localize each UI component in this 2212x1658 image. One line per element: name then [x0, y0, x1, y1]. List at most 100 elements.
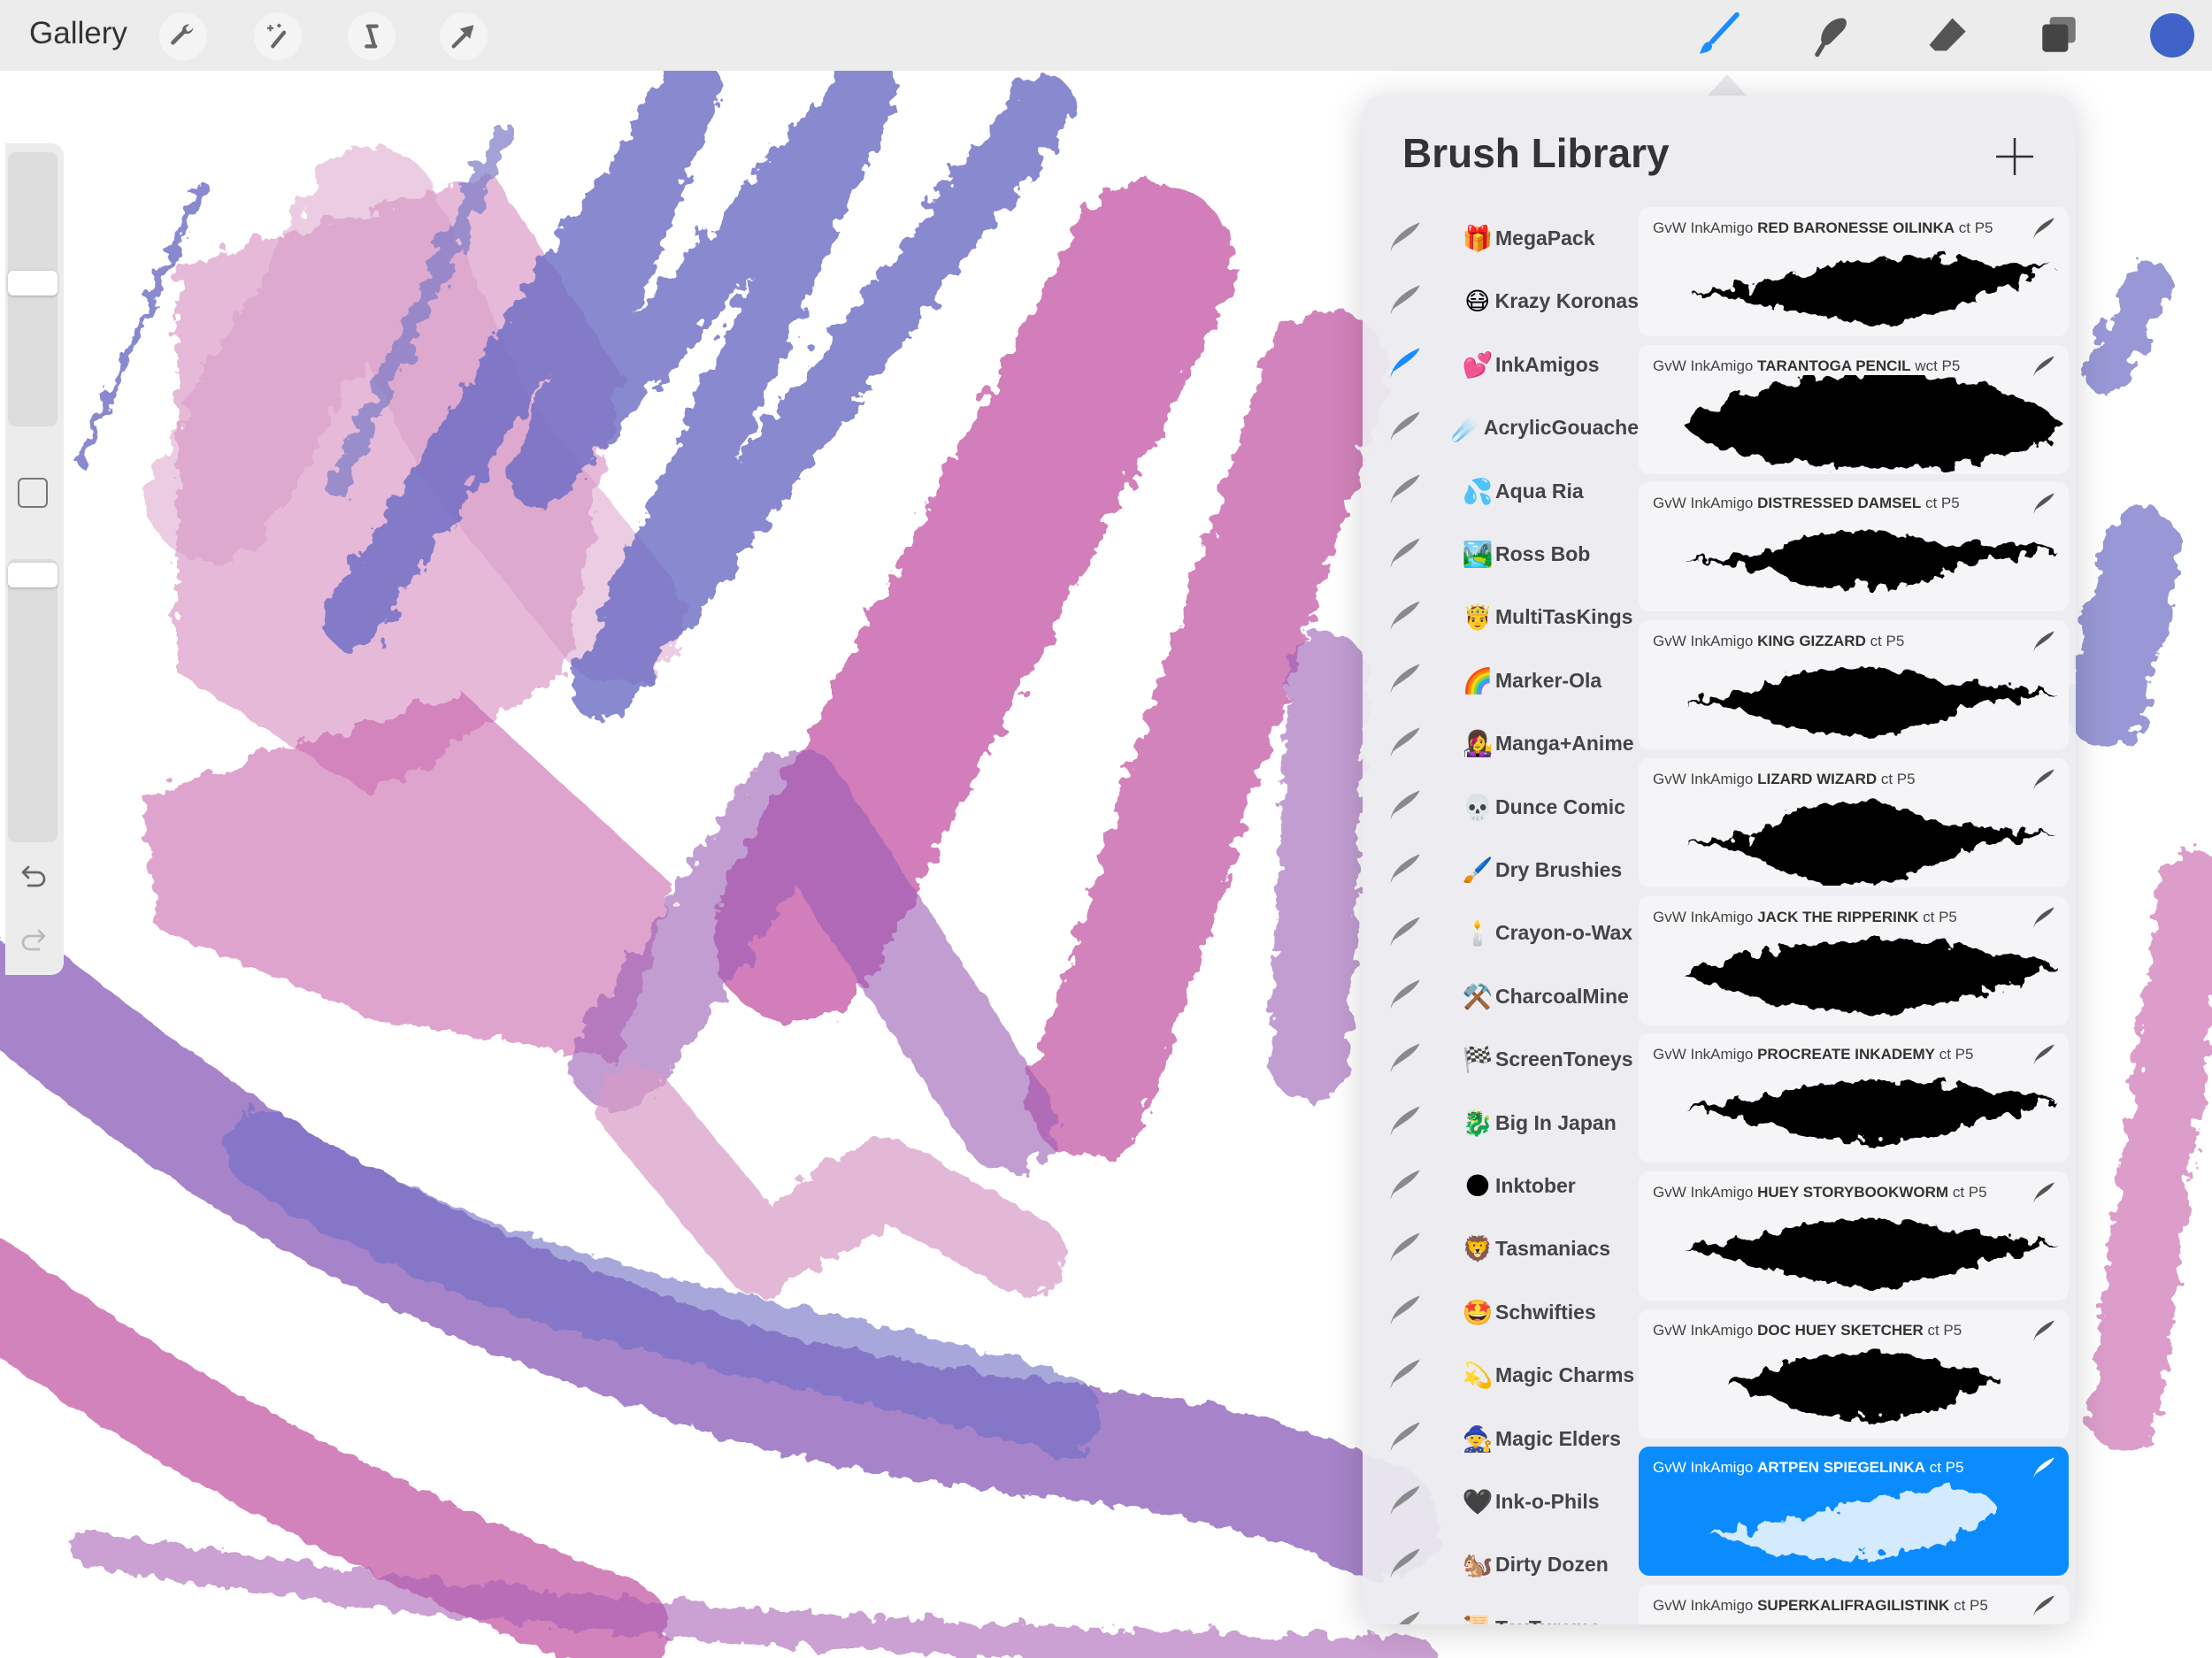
brush-card[interactable]: GvW InkAmigo JACK THE RIPPERINK ct P5	[1639, 895, 2069, 1025]
layers-button[interactable]	[2034, 11, 2084, 60]
brush-set-icon-wrap	[1387, 851, 1440, 890]
brush-set-emoji: 🎁	[1462, 224, 1494, 253]
brush-set-icon	[1390, 1548, 1420, 1578]
brush-set-item[interactable]: 🖌️ Dry Brushies	[1363, 839, 1639, 902]
brush-set-label: Ink-o-Phils	[1495, 1490, 1600, 1513]
brush-stroke-preview	[1683, 938, 2055, 1011]
brush-set-label: TexTurama	[1495, 1616, 1601, 1624]
brush-set-item[interactable]: 🐉 Big In Japan	[1363, 1092, 1639, 1155]
brush-set-icon	[1390, 979, 1420, 1009]
gallery-button[interactable]: Gallery	[29, 16, 127, 51]
brush-set-icon	[1390, 727, 1420, 757]
brush-set-item[interactable]: 💦 Aqua Ria	[1363, 460, 1639, 523]
brush-set-icon	[1399, 1611, 1420, 1624]
brush-set-label: Dirty Dozen	[1495, 1553, 1609, 1577]
brush-set-icon-wrap	[1387, 409, 1430, 448]
brush-set-label: Dunce Comic	[1495, 794, 1625, 818]
brush-name: GvW InkAmigo PROCREATE INKADEMY ct P5	[1653, 1046, 1973, 1063]
redo-icon[interactable]	[18, 925, 50, 957]
brush-size-knob[interactable]	[8, 271, 58, 296]
brush-set-item[interactable]: 🦁 Tasmaniacs	[1363, 1217, 1639, 1280]
smudge-tool-button[interactable]	[1806, 11, 1855, 60]
brush-set-label: CharcoalMine	[1495, 984, 1629, 1008]
opacity-knob[interactable]	[8, 563, 58, 587]
brush-card[interactable]: GvW InkAmigo DISTRESSED DAMSEL ct P5	[1639, 482, 2069, 612]
adjustments-button[interactable]	[254, 12, 302, 60]
color-swatch[interactable]	[2147, 11, 2197, 60]
brush-card[interactable]: GvW InkAmigo ARTPEN SPIEGELINKA ct P5	[1639, 1447, 2069, 1577]
brush-card[interactable]: GvW InkAmigo RED BARONESSE OILINKA ct P5	[1639, 207, 2069, 336]
modify-square-button[interactable]	[18, 478, 48, 508]
stroke-shape	[1683, 531, 2055, 589]
brush-prefix: GvW InkAmigo	[1653, 495, 1754, 512]
brush-suffix: ct P5	[1880, 770, 1916, 787]
selection-button[interactable]	[348, 12, 396, 60]
brush-set-item[interactable]: 🎁 MegaPack	[1363, 207, 1639, 270]
brush-set-icon	[1390, 474, 1420, 504]
brush-set-item[interactable]: 🏞️ Ross Bob	[1363, 523, 1639, 586]
brush-card[interactable]: GvW InkAmigo HUEY STORYBOOKWORM ct P5	[1639, 1171, 2069, 1301]
brush-prefix: GvW InkAmigo	[1653, 1046, 1754, 1063]
brush-card[interactable]: GvW InkAmigo SUPERKALIFRAGILISTINK ct P5	[1639, 1585, 2069, 1624]
actions-button[interactable]	[159, 12, 207, 60]
stroke-shape	[1683, 938, 2055, 1011]
brush-set-icon	[1390, 1043, 1420, 1073]
opacity-slider[interactable]	[8, 559, 58, 842]
brush-name: GvW InkAmigo JACK THE RIPPERINK ct P5	[1653, 909, 1957, 926]
brush-set-label: Big In Japan	[1495, 1110, 1617, 1134]
brush-set-item[interactable]: ⚒️ CharcoalMine	[1363, 965, 1639, 1028]
brush-set-icon-wrap	[1387, 1608, 1440, 1624]
brush-card[interactable]: GvW InkAmigo KING GIZZARD ct P5	[1639, 620, 2069, 750]
brush-set-label: Dry Brushies	[1495, 858, 1623, 881]
brush-set-icon-wrap	[1387, 725, 1440, 764]
brush-set-item[interactable]: 📜TexTurama	[1363, 1597, 1639, 1624]
stroke-shape	[1709, 1489, 1994, 1560]
brush-set-icon-wrap	[1387, 787, 1440, 826]
brush-set-emoji: 👩‍🎤	[1462, 729, 1494, 759]
brush-stroke-preview	[1683, 799, 2055, 886]
brush-card[interactable]: GvW InkAmigo PROCREATE INKADEMY ct P5	[1639, 1033, 2069, 1163]
brush-set-icon	[1390, 1359, 1420, 1389]
brush-set-item[interactable]: 🤩 Schwifties	[1363, 1281, 1639, 1344]
brush-stroke-preview	[1683, 1080, 2055, 1144]
brush-set-item[interactable]: 😷 Krazy Koronas	[1363, 270, 1639, 333]
top-toolbar: Gallery	[0, 0, 2212, 71]
brush-set-item[interactable]: 💕 InkAmigos	[1363, 334, 1639, 396]
brush-title: PROCREATE INKADEMY	[1757, 1046, 1935, 1063]
brush-set-item[interactable]: 🌈 Marker-Ola	[1363, 649, 1639, 712]
undo-icon[interactable]	[18, 862, 50, 894]
brush-tool-button[interactable]	[1694, 11, 1743, 60]
brush-prefix: GvW InkAmigo	[1653, 908, 1754, 925]
brush-prefix: GvW InkAmigo	[1653, 219, 1754, 236]
brush-set-emoji: 💀	[1462, 792, 1494, 822]
brush-set-icon-wrap	[1387, 1167, 1440, 1206]
brush-suffix: ct P5	[1923, 908, 1957, 925]
brush-card[interactable]: GvW InkAmigo LIZARD WIZARD ct P5	[1639, 757, 2069, 887]
eraser-tool-button[interactable]	[1922, 11, 1971, 60]
brush-card[interactable]: GvW InkAmigo TARANTOGA PENCIL wct P5	[1639, 344, 2069, 474]
arrow-cursor-icon	[451, 25, 474, 49]
brush-set-item[interactable]: 🖤 Ink-o-Phils	[1363, 1470, 1639, 1533]
brush-card[interactable]: GvW InkAmigo DOC HUEY SKETCHER ct P5	[1639, 1309, 2069, 1439]
brush-set-item[interactable]: 🧙 Magic Elders	[1363, 1408, 1639, 1470]
brush-set-item[interactable]: 🌑 Inktober	[1363, 1155, 1639, 1217]
brush-suffix: ct P5	[1929, 1459, 1964, 1477]
transform-button[interactable]	[440, 12, 488, 60]
plus-icon[interactable]	[1993, 134, 2037, 179]
brush-set-label: Aqua Ria	[1495, 479, 1584, 503]
brush-set-item[interactable]: ☄️ AcrylicGouache	[1363, 396, 1639, 459]
brush-set-item[interactable]: 🤴 MultiTasKings	[1363, 586, 1639, 649]
brush-set-item[interactable]: 🕯️ Crayon-o-Wax	[1363, 902, 1639, 964]
brush-set-icon-wrap	[1387, 1040, 1440, 1079]
brush-prefix: GvW InkAmigo	[1653, 1321, 1754, 1339]
brush-set-item[interactable]: 💀 Dunce Comic	[1363, 776, 1639, 839]
brush-title: ARTPEN SPIEGELINKA	[1757, 1459, 1925, 1477]
brush-set-item[interactable]: 👩‍🎤 Manga+Anime	[1363, 712, 1639, 775]
stroke-shape	[1692, 257, 2055, 322]
brush-set-icon	[1390, 1485, 1420, 1516]
brush-set-label: Ross Bob	[1495, 542, 1591, 565]
brush-set-item[interactable]: 🏁 ScreenToneys	[1363, 1028, 1639, 1091]
brush-set-item[interactable]: 💫 Magic Charms	[1363, 1344, 1639, 1407]
brush-set-item[interactable]: 🐿️ Dirty Dozen	[1363, 1533, 1639, 1596]
brush-size-slider[interactable]	[8, 152, 58, 426]
